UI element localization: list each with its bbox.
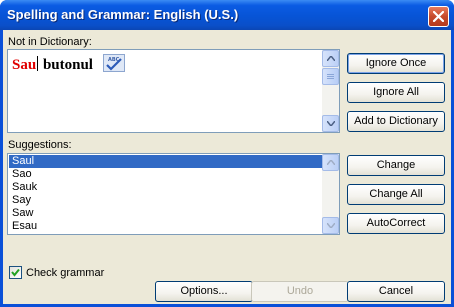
misspelled-word[interactable]: Sau xyxy=(12,57,36,73)
suggestion-item[interactable]: Esau xyxy=(9,220,322,233)
not-in-dictionary-textbox[interactable]: Sau butonul ABC xyxy=(7,49,340,133)
suggestion-item[interactable]: Say xyxy=(9,194,322,207)
autocorrect-button[interactable]: AutoCorrect xyxy=(347,213,445,234)
scroll-down-button[interactable] xyxy=(322,217,339,234)
options-button[interactable]: Options... xyxy=(155,281,253,302)
undo-button[interactable]: Undo xyxy=(251,281,349,302)
title-bar[interactable]: Spelling and Grammar: English (U.S.) xyxy=(0,0,454,30)
ignore-all-button[interactable]: Ignore All xyxy=(347,82,445,103)
sentence-text[interactable]: Sau butonul xyxy=(12,56,93,74)
suggestions-list[interactable]: Saul Sao Sauk Say Saw Esau xyxy=(7,153,340,235)
scroll-thumb[interactable] xyxy=(322,68,339,85)
checkmark-icon xyxy=(11,268,20,277)
not-in-dictionary-label: Not in Dictionary: xyxy=(8,36,92,48)
ignore-once-button[interactable]: Ignore Once xyxy=(347,53,445,74)
check-grammar-label[interactable]: Check grammar xyxy=(26,267,104,279)
spelling-grammar-dialog: Spelling and Grammar: English (U.S.) Not… xyxy=(0,0,454,307)
window-title: Spelling and Grammar: English (U.S.) xyxy=(7,7,239,22)
suggestion-item[interactable]: Saw xyxy=(9,207,322,220)
chevron-up-icon xyxy=(327,56,335,61)
suggestion-item[interactable]: Saul xyxy=(9,155,322,168)
chevron-down-icon xyxy=(327,223,335,228)
suggestions-label: Suggestions: xyxy=(8,139,72,151)
close-button[interactable] xyxy=(428,6,449,27)
scroll-up-button[interactable] xyxy=(322,50,339,67)
sentence-rest: butonul xyxy=(39,57,93,73)
dialog-body: Not in Dictionary: Sau butonul ABC Ignor… xyxy=(3,30,451,304)
suggestions-scrollbar[interactable] xyxy=(322,154,339,234)
suggestion-item[interactable]: Sauk xyxy=(9,181,322,194)
spellcheck-abc-icon: ABC xyxy=(103,54,125,72)
suggestion-item[interactable]: Sao xyxy=(9,168,322,181)
scroll-down-button[interactable] xyxy=(322,115,339,132)
close-icon xyxy=(433,11,444,22)
chevron-up-icon xyxy=(327,160,335,165)
check-grammar-checkbox[interactable] xyxy=(9,266,22,279)
cancel-button[interactable]: Cancel xyxy=(347,281,445,302)
chevron-down-icon xyxy=(327,121,335,126)
scroll-up-button[interactable] xyxy=(322,154,339,171)
change-all-button[interactable]: Change All xyxy=(347,184,445,205)
add-to-dictionary-button[interactable]: Add to Dictionary xyxy=(347,111,445,132)
textbox-scrollbar[interactable] xyxy=(322,50,339,132)
change-button[interactable]: Change xyxy=(347,155,445,176)
